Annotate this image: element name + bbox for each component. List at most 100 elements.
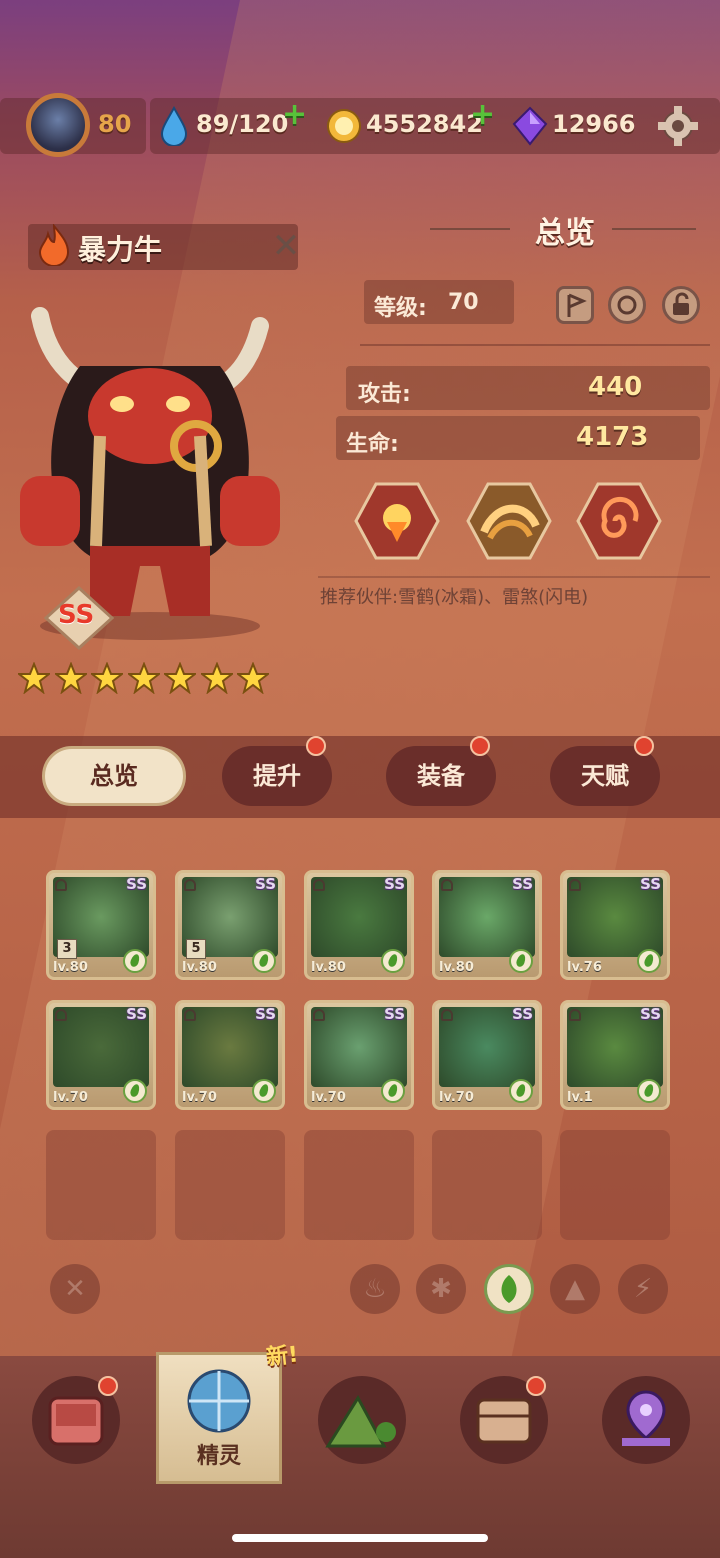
coin-icon [327, 109, 361, 143]
star-icon [54, 662, 87, 694]
pet-card[interactable]: SS 5 lv.80 [175, 870, 285, 980]
nature-element-icon [123, 949, 147, 973]
skill-spiral-icon[interactable] [576, 482, 662, 560]
pet-count: 3 [57, 939, 77, 959]
pet-card[interactable]: SS lv.76 [560, 870, 670, 980]
nature-element-icon [123, 1079, 147, 1103]
lock-icon [313, 1009, 325, 1021]
pet-level: lv.70 [311, 1090, 346, 1105]
water-drop-icon [160, 106, 188, 146]
pet-card[interactable]: SS lv.70 [46, 1000, 156, 1110]
skill-wave-icon[interactable] [466, 482, 552, 560]
pet-level: lv.70 [182, 1090, 217, 1105]
pet-level: lv.70 [439, 1090, 474, 1105]
empty-slot [304, 1130, 414, 1240]
player-level: 80 [98, 110, 132, 138]
level-value: 70 [448, 290, 479, 315]
star-icon [164, 662, 196, 694]
nature-element-icon [637, 949, 661, 973]
clear-filter-icon[interactable]: ✕ [50, 1264, 100, 1314]
nav-pets-label: 精灵 [196, 1444, 241, 1469]
nav-adventure-button[interactable] [318, 1376, 406, 1464]
lightning-filter-icon[interactable]: ⚡ [618, 1264, 668, 1314]
nav-map-button[interactable] [602, 1376, 690, 1464]
circle-icon[interactable] [608, 286, 646, 324]
pet-rank: SS [640, 875, 661, 893]
lock-icon [441, 1009, 453, 1021]
star-icon [18, 662, 50, 694]
lock-icon [313, 879, 325, 891]
fire-element-icon [38, 224, 70, 266]
earth-filter-icon[interactable]: ▲ [550, 1264, 600, 1314]
lock-icon [184, 1009, 196, 1021]
pet-card[interactable]: SS lv.70 [175, 1000, 285, 1110]
lock-icon [441, 879, 453, 891]
level-label: 等级: [374, 296, 427, 321]
pet-rank: SS [512, 875, 533, 893]
hp-value: 4173 [576, 422, 649, 452]
star-icon [237, 662, 269, 694]
lock-icon [55, 1009, 67, 1021]
pet-level: lv.80 [311, 960, 346, 975]
pet-level: lv.80 [439, 960, 474, 975]
empty-slot [432, 1130, 542, 1240]
pet-rank: SS [512, 1005, 533, 1023]
divider [318, 576, 710, 578]
pet-rank: SS [384, 1005, 405, 1023]
pet-ball-icon [187, 1369, 251, 1433]
hero-name: 暴力牛 [78, 233, 163, 266]
notification-dot [526, 1376, 546, 1396]
nature-element-icon [252, 949, 276, 973]
notification-dot [470, 736, 490, 756]
attack-value: 440 [588, 372, 643, 402]
skill-fireball-icon[interactable] [354, 482, 440, 560]
player-avatar[interactable] [26, 93, 90, 157]
recommended-partners: 推荐伙伴:雪鹤(冰霜)、雷煞(闪电) [320, 587, 589, 608]
nature-filter-icon[interactable] [484, 1264, 534, 1314]
pet-card[interactable]: SS lv.70 [432, 1000, 542, 1110]
lock-icon [184, 879, 196, 891]
lock-icon [55, 879, 67, 891]
nature-element-icon [252, 1079, 276, 1103]
pet-card[interactable]: SS lv.80 [304, 870, 414, 980]
pet-rank: SS [384, 875, 405, 893]
empty-slot [175, 1130, 285, 1240]
notification-dot [634, 736, 654, 756]
lock-icon [569, 879, 581, 891]
pet-card[interactable]: SS lv.80 [432, 870, 542, 980]
new-badge: 新! [265, 1342, 300, 1371]
pet-rank: SS [255, 1005, 276, 1023]
frost-filter-icon[interactable]: ✱ [416, 1264, 466, 1314]
add-stamina-button[interactable]: + [282, 100, 307, 130]
unlock-icon[interactable] [662, 286, 700, 324]
pet-card[interactable]: SS lv.1 [560, 1000, 670, 1110]
empty-slot [560, 1130, 670, 1240]
pet-card[interactable]: SS lv.70 [304, 1000, 414, 1110]
star-icon [91, 662, 123, 694]
close-icon[interactable]: ✕ [270, 229, 302, 263]
star-icon [200, 662, 233, 694]
notification-dot [306, 736, 326, 756]
pet-card[interactable]: SS 3 lv.80 [46, 870, 156, 980]
pet-level: lv.80 [53, 960, 88, 975]
tab-overview[interactable]: 总览 [42, 746, 186, 806]
lock-icon [569, 1009, 581, 1021]
pet-rank: SS [126, 875, 147, 893]
overview-title: 总览 [535, 216, 595, 251]
stamina-value: 89/120 [196, 110, 289, 138]
nature-element-icon [381, 1079, 405, 1103]
nature-element-icon [637, 1079, 661, 1103]
pet-rank: SS [640, 1005, 661, 1023]
pet-level: lv.70 [53, 1090, 88, 1105]
home-indicator[interactable] [232, 1534, 488, 1542]
nature-element-icon [509, 949, 533, 973]
add-coins-button[interactable]: + [470, 100, 495, 130]
nature-element-icon [509, 1079, 533, 1103]
flag-icon[interactable] [556, 286, 594, 324]
fire-filter-icon[interactable]: ♨ [350, 1264, 400, 1314]
star-icon [127, 662, 160, 694]
empty-slot [46, 1130, 156, 1240]
notification-dot [98, 1376, 118, 1396]
pet-count: 5 [186, 939, 206, 959]
gear-icon[interactable] [656, 104, 700, 148]
